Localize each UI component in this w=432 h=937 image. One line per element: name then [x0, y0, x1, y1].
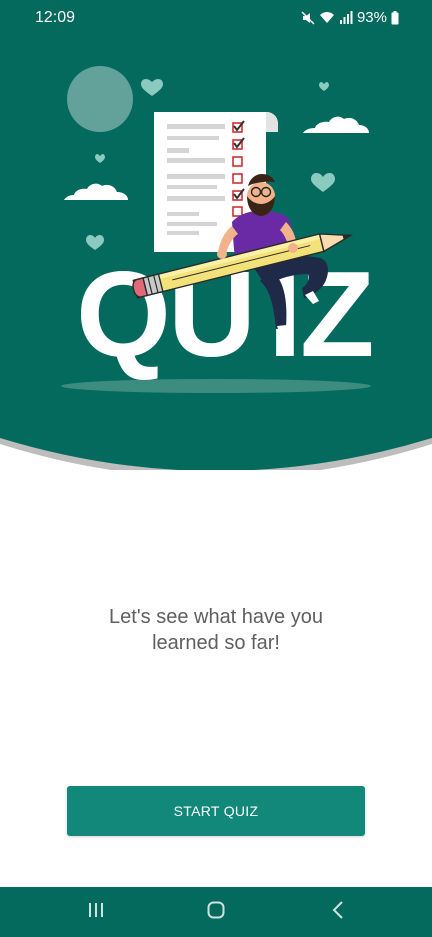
- battery-icon: [391, 10, 399, 25]
- home-button[interactable]: [186, 887, 246, 937]
- back-icon: [332, 900, 344, 924]
- back-button[interactable]: [308, 887, 368, 937]
- quiz-hero-banner: Q U I Z: [0, 0, 432, 470]
- start-quiz-button[interactable]: START QUIZ: [67, 786, 365, 836]
- intro-text: Let's see what have you learned so far!: [0, 604, 432, 656]
- svg-text:Q: Q: [76, 246, 171, 382]
- recent-apps-icon: [87, 902, 105, 923]
- battery-percent: 93%: [356, 9, 387, 26]
- status-bar: 12:09 93%: [0, 0, 432, 36]
- recent-apps-button[interactable]: [66, 887, 126, 937]
- mute-icon: [301, 10, 315, 25]
- wifi-icon: [319, 11, 335, 24]
- signal-icon: [339, 11, 353, 24]
- status-icons: 93%: [301, 9, 399, 26]
- intro-line-2: learned so far!: [152, 632, 280, 654]
- system-nav-bar: [0, 887, 432, 937]
- start-quiz-label: START QUIZ: [173, 803, 259, 819]
- sun-circle: [67, 66, 133, 132]
- home-icon: [207, 901, 225, 924]
- status-time: 12:09: [35, 9, 76, 26]
- intro-line-1: Let's see what have you: [109, 606, 323, 628]
